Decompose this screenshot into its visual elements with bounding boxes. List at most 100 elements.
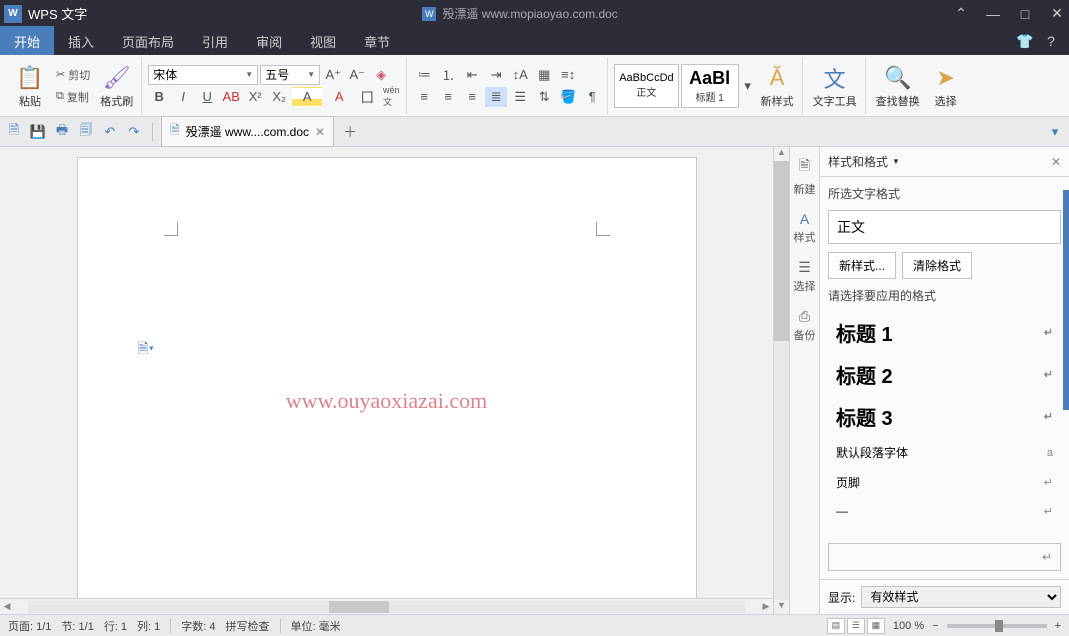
line-spacing-button[interactable]: ≡↕: [557, 65, 579, 85]
document-tab[interactable]: 🗎 殁漂遥 www....com.doc ✕: [161, 116, 334, 147]
help-icon[interactable]: ?: [1043, 33, 1059, 49]
format-painter-button[interactable]: 🖌 格式刷: [96, 61, 137, 111]
status-section[interactable]: 节: 1/1: [61, 618, 93, 634]
subscript-button[interactable]: X₂: [268, 87, 290, 107]
restore-down-icon[interactable]: ⌃: [953, 6, 969, 22]
select-button[interactable]: ➤ 选择: [926, 61, 966, 111]
font-name-combo[interactable]: 宋体▼: [148, 65, 258, 85]
align-left-button[interactable]: ≡: [413, 87, 435, 107]
selected-format-field[interactable]: 正文: [828, 210, 1061, 244]
show-marks-button[interactable]: ¶: [581, 87, 603, 107]
font-size-combo[interactable]: 五号▼: [260, 65, 320, 85]
increase-indent-button[interactable]: ⇥: [485, 65, 507, 85]
new-doc-button[interactable]: 🗎: [4, 122, 24, 142]
zoom-in-button[interactable]: +: [1055, 620, 1061, 632]
horizontal-scrollbar[interactable]: ◀▶: [0, 598, 773, 614]
align-justify-button[interactable]: ≣: [485, 87, 507, 107]
zoom-out-button[interactable]: −: [932, 620, 938, 632]
shrink-font-button[interactable]: A⁻: [346, 65, 368, 85]
panel-dropdown-icon[interactable]: ▼: [892, 157, 900, 166]
numbering-button[interactable]: ⒈: [437, 65, 459, 85]
close-icon[interactable]: ✕: [1049, 6, 1065, 22]
strikethrough-button[interactable]: AB: [220, 87, 242, 107]
side-style-button[interactable]: A样式: [794, 211, 816, 245]
char-border-button[interactable]: 囗: [356, 87, 378, 107]
status-unit[interactable]: 单位: 毫米: [291, 618, 341, 634]
style-heading1[interactable]: AaBl 标题 1: [681, 64, 739, 108]
styles-more-button[interactable]: ▾: [741, 64, 755, 108]
phonetic-button[interactable]: wén文: [380, 87, 402, 107]
print-preview-button[interactable]: 🗐: [76, 122, 96, 142]
distribute-button[interactable]: ☰: [509, 87, 531, 107]
superscript-button[interactable]: X²: [244, 87, 266, 107]
redo-button[interactable]: ↷: [124, 122, 144, 142]
minimize-icon[interactable]: —: [985, 6, 1001, 22]
panel-scroll-indicator[interactable]: [1063, 190, 1069, 410]
editor-viewport[interactable]: 🗎▾ www.ouyaoxiazai.com: [0, 147, 773, 598]
italic-button[interactable]: I: [172, 87, 194, 107]
align-center-button[interactable]: ≡: [437, 87, 459, 107]
panel-close-button[interactable]: ✕: [1051, 155, 1061, 169]
shading-button[interactable]: 🪣: [557, 87, 579, 107]
print-button[interactable]: 🖶: [52, 122, 72, 142]
style-item-heading3[interactable]: 标题 3↵: [828, 396, 1061, 438]
panel-clear-format-button[interactable]: 清除格式: [902, 252, 972, 279]
sort-button[interactable]: ⇅: [533, 87, 555, 107]
maximize-icon[interactable]: □: [1017, 6, 1033, 22]
tab-sections[interactable]: 章节: [350, 26, 404, 57]
style-preview-box[interactable]: ↵: [828, 543, 1061, 571]
style-item-footer[interactable]: 页脚↵: [828, 468, 1061, 498]
new-style-button[interactable]: Ă 新样式: [757, 61, 798, 111]
app-title: WPS 文字: [28, 4, 87, 23]
text-tools-button[interactable]: 文 文字工具: [809, 61, 861, 111]
cut-button[interactable]: ✂剪切: [52, 65, 94, 85]
bullets-button[interactable]: ≔: [413, 65, 435, 85]
style-item-cut[interactable]: —↵: [828, 498, 1061, 525]
clear-format-button[interactable]: ◈: [370, 65, 392, 85]
selected-format-label: 所选文字格式: [828, 185, 1061, 202]
text-direction-button[interactable]: ↕A: [509, 65, 531, 85]
style-item-heading2[interactable]: 标题 2↵: [828, 354, 1061, 396]
panel-new-style-button[interactable]: 新样式...: [828, 252, 896, 279]
view-print-button[interactable]: ▤: [827, 618, 845, 634]
style-normal[interactable]: AaBbCcDd 正文: [614, 64, 678, 108]
tab-insert[interactable]: 插入: [54, 26, 108, 57]
vertical-scrollbar[interactable]: ▲▼: [773, 147, 789, 614]
document-page[interactable]: 🗎▾ www.ouyaoxiazai.com: [77, 157, 697, 598]
zoom-label[interactable]: 100 %: [893, 620, 924, 632]
style-item-default-para[interactable]: 默认段落字体a: [828, 438, 1061, 468]
font-color-button[interactable]: A: [324, 87, 354, 107]
bold-button[interactable]: B: [148, 87, 170, 107]
side-select-button[interactable]: ☰选择: [794, 259, 816, 294]
align-right-button[interactable]: ≡: [461, 87, 483, 107]
find-replace-button[interactable]: 🔍 查找替换: [872, 61, 924, 111]
paste-button[interactable]: 📋 粘贴: [10, 61, 50, 111]
side-new-button[interactable]: 🗎新建: [794, 155, 816, 197]
undo-button[interactable]: ↶: [100, 122, 120, 142]
view-web-button[interactable]: ▦: [867, 618, 885, 634]
zoom-slider[interactable]: [947, 624, 1047, 628]
underline-button[interactable]: U: [196, 87, 218, 107]
new-tab-button[interactable]: ＋: [338, 120, 362, 144]
copy-button[interactable]: ⧉复制: [52, 87, 94, 107]
docbar-menu-button[interactable]: ▾: [1045, 122, 1065, 142]
close-tab-button[interactable]: ✕: [315, 125, 325, 139]
grow-font-button[interactable]: A⁺: [322, 65, 344, 85]
skin-icon[interactable]: 👕: [1017, 33, 1033, 49]
side-backup-button[interactable]: ⎙备份: [794, 308, 816, 343]
status-spell[interactable]: 拼写检查: [226, 618, 270, 634]
show-filter-select[interactable]: 有效样式: [861, 586, 1061, 608]
status-words[interactable]: 字数: 4: [181, 618, 215, 634]
tab-start[interactable]: 开始: [0, 26, 54, 57]
tab-view[interactable]: 视图: [296, 26, 350, 57]
save-button[interactable]: 💾: [28, 122, 48, 142]
status-page[interactable]: 页面: 1/1: [8, 618, 51, 634]
tab-review[interactable]: 审阅: [242, 26, 296, 57]
tab-references[interactable]: 引用: [188, 26, 242, 57]
decrease-indent-button[interactable]: ⇤: [461, 65, 483, 85]
style-item-heading1[interactable]: 标题 1↵: [828, 312, 1061, 354]
borders-button[interactable]: ▦: [533, 65, 555, 85]
tab-page-layout[interactable]: 页面布局: [108, 26, 188, 57]
view-outline-button[interactable]: ☰: [847, 618, 865, 634]
highlight-button[interactable]: A: [292, 87, 322, 107]
